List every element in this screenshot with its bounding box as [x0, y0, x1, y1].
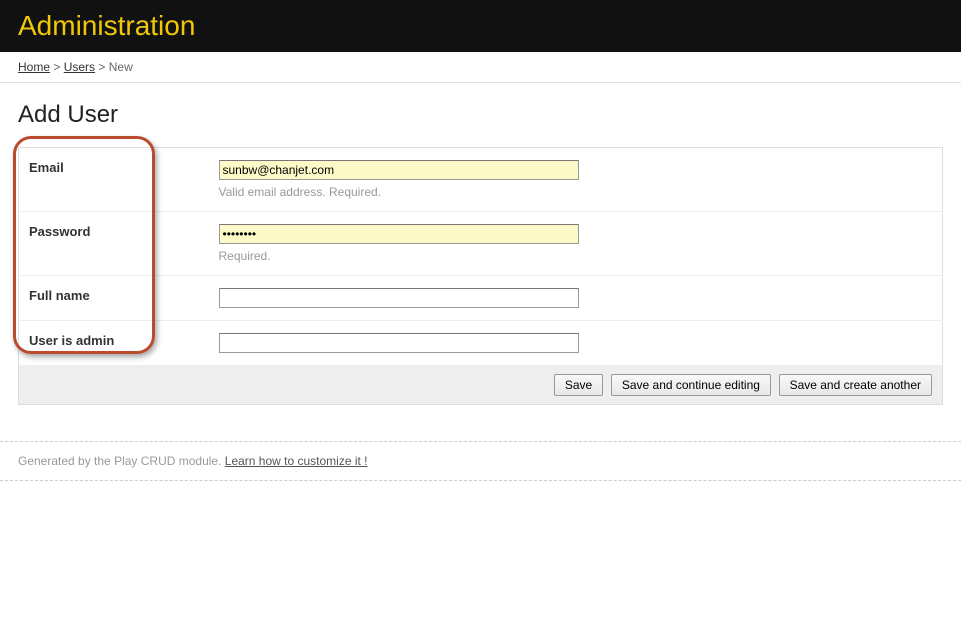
isadmin-field[interactable]	[219, 333, 579, 353]
breadcrumb-current: New	[109, 60, 133, 74]
footer-link[interactable]: Learn how to customize it !	[225, 454, 368, 468]
breadcrumb-home[interactable]: Home	[18, 60, 50, 74]
content: Add User Email Valid email address. Requ…	[0, 83, 961, 423]
actions-row: Save Save and continue editing Save and …	[19, 366, 943, 405]
page-title: Add User	[18, 101, 943, 129]
password-field[interactable]	[219, 224, 579, 244]
save-button[interactable]: Save	[554, 374, 603, 396]
fullname-label: Full name	[19, 276, 209, 321]
save-create-button[interactable]: Save and create another	[779, 374, 932, 396]
footer-text: Generated by the Play CRUD module.	[18, 454, 225, 468]
breadcrumb-users[interactable]: Users	[64, 60, 95, 74]
form-row-email: Email Valid email address. Required.	[19, 148, 943, 212]
breadcrumb-sep: >	[53, 60, 60, 74]
footer: Generated by the Play CRUD module. Learn…	[0, 441, 961, 481]
form-row-password: Password Required.	[19, 212, 943, 276]
breadcrumb: Home > Users > New	[0, 52, 961, 83]
header: Administration	[0, 0, 961, 52]
save-continue-button[interactable]: Save and continue editing	[611, 374, 771, 396]
email-label: Email	[19, 148, 209, 212]
breadcrumb-sep: >	[98, 60, 105, 74]
email-field[interactable]	[219, 160, 579, 180]
app-title: Administration	[18, 10, 943, 42]
form-row-isadmin: User is admin	[19, 321, 943, 366]
form-row-fullname: Full name	[19, 276, 943, 321]
password-hint: Required.	[219, 249, 933, 263]
password-label: Password	[19, 212, 209, 276]
form-table: Email Valid email address. Required. Pas…	[18, 147, 943, 405]
email-hint: Valid email address. Required.	[219, 185, 933, 199]
fullname-field[interactable]	[219, 288, 579, 308]
isadmin-label: User is admin	[19, 321, 209, 366]
